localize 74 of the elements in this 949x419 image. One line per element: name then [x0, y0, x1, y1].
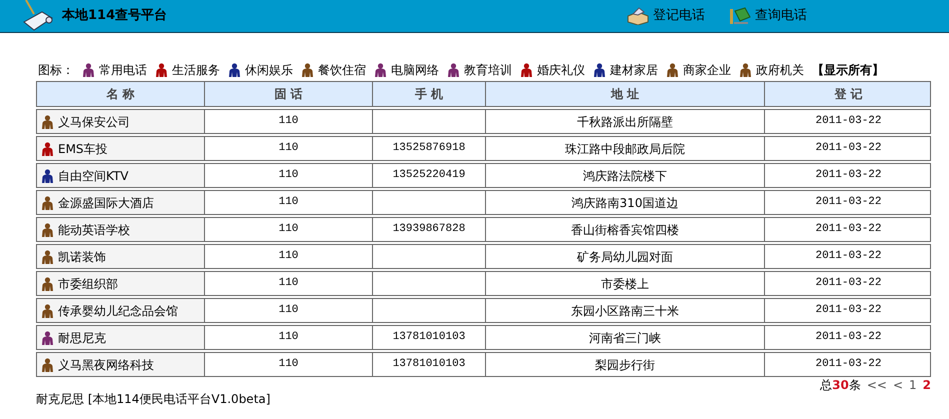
- table-cell-text: 2011-03-22: [815, 114, 882, 130]
- table-cell-text: 2011-03-22: [815, 303, 882, 318]
- table-cell-text: 千秋路派出所隔壁: [577, 114, 673, 130]
- table-cell-text: 110: [278, 303, 298, 318]
- table-cell-text: 2011-03-22: [815, 249, 882, 264]
- company-name: EMS车投: [58, 140, 108, 158]
- category-link[interactable]: 教育培训: [464, 61, 512, 79]
- table-cell-text: 13525220419: [392, 168, 466, 184]
- table-cell-text: 13525876918: [392, 141, 466, 156]
- table-cell-text: 香山街榕香宾馆四楼: [571, 222, 679, 238]
- table-cell-text: 市委楼上: [601, 276, 649, 292]
- page-link[interactable]: 2: [922, 378, 931, 392]
- category-link[interactable]: 电脑网络: [391, 61, 439, 79]
- nav-link[interactable]: 查询电话: [729, 6, 808, 26]
- box-icon: [627, 7, 650, 25]
- table-cell-text: 13781010103: [392, 330, 466, 346]
- table-cell-text: 矿务局幼儿园对面: [577, 248, 673, 266]
- table-cell-text: 鸿庆路南310国道边: [572, 194, 678, 212]
- table-cell-text: 鸿庆路法院楼下: [583, 168, 667, 184]
- column-header: 登 记: [764, 82, 932, 106]
- column-header: 地 址: [485, 82, 764, 106]
- company-name: 义马黑夜网络科技: [58, 356, 154, 374]
- company-name: 耐思尼克: [58, 330, 106, 346]
- category-link[interactable]: 餐饮住宿: [318, 61, 366, 79]
- total-count: 总30条: [820, 378, 861, 392]
- page-link[interactable]: <: [892, 378, 903, 392]
- table-cell-text: 110: [278, 357, 298, 372]
- column-header: 手 机: [372, 82, 485, 106]
- table-cell-text: 东园小区路南三十米: [571, 302, 679, 320]
- table-cell-text: 2011-03-22: [815, 195, 882, 210]
- table-cell-text: 13939867828: [392, 222, 466, 238]
- company-name: 义马保安公司: [58, 114, 130, 130]
- category-link[interactable]: 生活服务: [172, 61, 220, 79]
- footer-text: 耐克尼思 [本地114便民电话平台V1.0beta]: [36, 392, 272, 406]
- table-cell-text: 2011-03-22: [815, 330, 882, 346]
- table-cell-text: 珠江路中段邮政局后院: [565, 140, 685, 158]
- table-cell-text: 110: [278, 141, 298, 156]
- table-cell-text: 2011-03-22: [815, 276, 882, 292]
- table-cell-text: 110: [278, 330, 298, 346]
- table-cell-text: 2011-03-22: [815, 168, 882, 184]
- category-link[interactable]: 建材家居: [610, 61, 658, 79]
- table-cell-text: 110: [278, 168, 298, 184]
- category-link[interactable]: 休闲娱乐: [245, 61, 293, 79]
- table-cell-text: 2011-03-22: [815, 357, 882, 372]
- table-cell-text: 110: [278, 114, 298, 130]
- company-name: 凯诺装饰: [58, 248, 106, 266]
- column-header: 固 话: [204, 82, 372, 106]
- table-cell-text: 13781010103: [392, 357, 466, 372]
- company-name: 自由空间KTV: [58, 168, 128, 184]
- table-cell-text: 河南省三门峡: [589, 330, 661, 346]
- table-cell-text: 110: [278, 276, 298, 292]
- table-cell-text: 梨园步行街: [595, 356, 655, 374]
- category-link[interactable]: 常用电话: [99, 61, 147, 79]
- page-link[interactable]: <<: [866, 378, 887, 392]
- table-cell-text: 2011-03-22: [815, 222, 882, 238]
- table-cell-text: 110: [278, 195, 298, 210]
- company-name: 能动英语学校: [58, 222, 130, 238]
- company-name: 市委组织部: [58, 276, 118, 292]
- book-icon: [729, 7, 752, 25]
- legend-label: 图标：: [38, 62, 74, 79]
- company-name: 传承婴幼儿纪念品会馆: [58, 302, 178, 320]
- site-title: 本地114查号平台: [62, 7, 168, 26]
- category-link[interactable]: 政府机关: [756, 61, 804, 79]
- page-link[interactable]: 1: [909, 378, 917, 392]
- nav-link[interactable]: 登记电话: [627, 6, 706, 26]
- show-all-link[interactable]: 【显示所有】: [812, 61, 884, 79]
- column-header: 名 称: [105, 86, 136, 103]
- category-link[interactable]: 婚庆礼仪: [537, 61, 585, 79]
- table-cell-text: 2011-03-22: [815, 141, 882, 156]
- scroll-logo-icon: [22, 0, 54, 32]
- company-name: 金源盛国际大酒店: [58, 194, 154, 212]
- category-link[interactable]: 商家企业: [683, 61, 731, 79]
- table-cell-text: 110: [278, 222, 298, 238]
- table-cell-text: 110: [278, 249, 298, 264]
